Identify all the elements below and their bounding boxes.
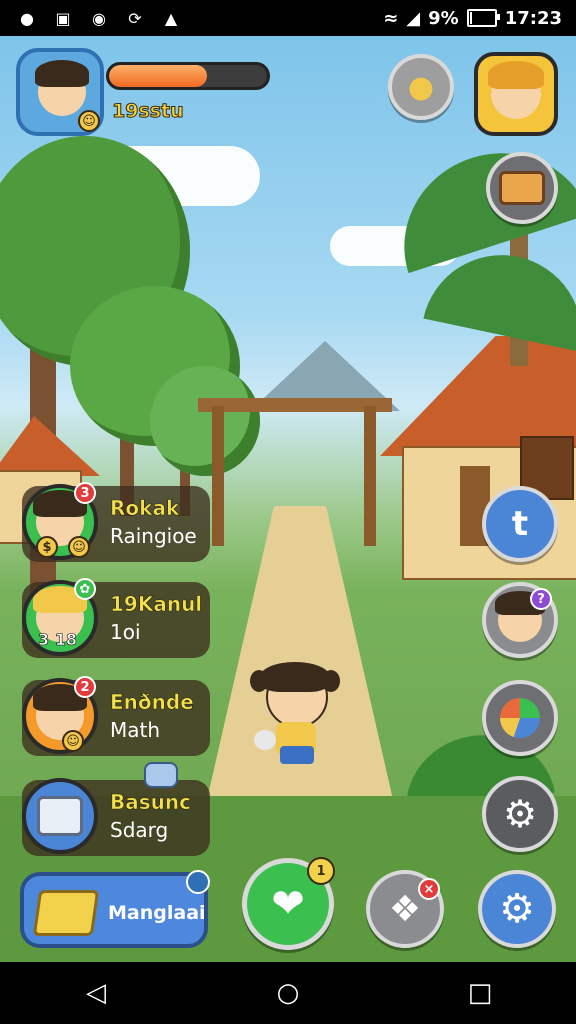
gate-post bbox=[364, 406, 376, 546]
coin-icon: $ bbox=[36, 536, 58, 558]
android-nav-bar: ◁ ○ □ bbox=[0, 962, 576, 1024]
notification-badge: 3 bbox=[74, 482, 96, 504]
friend-status: Raingioe bbox=[110, 524, 197, 548]
avatar-face bbox=[35, 60, 89, 116]
location-icon: ● bbox=[20, 8, 34, 28]
smile-icon: ☺ bbox=[68, 536, 90, 558]
home-icon[interactable]: ○ bbox=[268, 978, 308, 1008]
recents-icon[interactable]: □ bbox=[460, 978, 500, 1008]
friend-card[interactable]: ✿ 3 18 19Kanul 1oi bbox=[22, 578, 210, 658]
inventory-label: Manglaai bbox=[108, 902, 206, 924]
gear-icon: ⚙ bbox=[499, 886, 535, 932]
gate-beam bbox=[198, 398, 392, 412]
signal-icon: ◢ bbox=[406, 7, 421, 29]
share-button[interactable]: t bbox=[482, 486, 558, 562]
chat-bubble-icon: ❤ bbox=[271, 881, 305, 927]
friend-name: Basunc bbox=[110, 790, 192, 815]
friend-avatar bbox=[22, 778, 98, 854]
level-badge-icon: ☺ bbox=[78, 110, 100, 132]
friend-card[interactable]: 3 $ ☺ Rokak Raingioe bbox=[22, 482, 210, 562]
glove-icon bbox=[144, 762, 178, 788]
camera-icon: ◉ bbox=[92, 8, 106, 28]
avatar-face bbox=[488, 61, 544, 119]
alert-badge-icon: × bbox=[418, 878, 440, 900]
battery-icon bbox=[466, 9, 500, 27]
friend-status: Sdarg bbox=[110, 818, 169, 842]
sync-icon: ⟳ bbox=[128, 8, 142, 28]
globe-icon bbox=[500, 698, 540, 738]
status-bar: ● ▣ ◉ ⟳ ▲ ≈ ◢ 9% 17:23 bbox=[0, 0, 576, 36]
notification-icon: ▲ bbox=[164, 8, 178, 28]
main-settings-button[interactable]: ⚙ bbox=[478, 870, 556, 948]
friend-status: 1oi bbox=[110, 620, 141, 644]
friend-avatar-button[interactable] bbox=[474, 52, 558, 136]
friend-profile-button[interactable]: ? bbox=[482, 582, 558, 658]
friend-name: Enðnde bbox=[110, 690, 194, 715]
twitter-icon: t bbox=[511, 504, 529, 544]
xp-bar-fill bbox=[109, 65, 207, 87]
gear-icon: ⚙ bbox=[502, 792, 538, 836]
friend-name: Rokak bbox=[110, 496, 180, 521]
settings-button[interactable]: ⚙ bbox=[482, 776, 558, 852]
smile-icon: ☺ bbox=[62, 730, 84, 752]
box-icon bbox=[37, 796, 83, 836]
bread-icon bbox=[499, 171, 545, 205]
friend-status: Math bbox=[110, 718, 161, 742]
leaf-badge-icon: ✿ bbox=[74, 578, 96, 600]
tree-canopy bbox=[150, 366, 260, 476]
friend-card[interactable]: Basunc Sdarg bbox=[22, 762, 210, 856]
xp-bar bbox=[106, 62, 270, 90]
friend-count: 3 18 bbox=[38, 630, 78, 650]
image-icon: ▣ bbox=[55, 8, 71, 28]
stack-icon bbox=[32, 890, 100, 936]
clock: 17:23 bbox=[504, 7, 562, 29]
friend-card[interactable]: 2 ☺ Enðnde Math bbox=[22, 676, 210, 756]
inventory-button[interactable]: Manglaai bbox=[20, 870, 210, 948]
notification-badge: 2 bbox=[74, 676, 96, 698]
chat-button[interactable]: ❤ 1 bbox=[242, 857, 335, 950]
chat-badge: 1 bbox=[307, 857, 335, 885]
dot-indicator bbox=[186, 870, 210, 894]
notification-badge-icon: ? bbox=[530, 588, 552, 610]
friend-name: 19Kanul bbox=[110, 592, 203, 617]
bread-shop-button[interactable] bbox=[486, 152, 558, 224]
gift-button[interactable]: ❖ × bbox=[366, 870, 444, 948]
wifi-icon: ≈ bbox=[383, 7, 399, 29]
gate-post bbox=[212, 406, 224, 546]
back-icon[interactable]: ◁ bbox=[76, 978, 116, 1008]
player-name: 19sstu bbox=[112, 100, 185, 123]
battery-text: 9% bbox=[428, 7, 459, 29]
player-character[interactable] bbox=[250, 662, 340, 776]
coin-icon: ● bbox=[407, 69, 435, 105]
player-avatar[interactable]: ☺ bbox=[16, 48, 104, 136]
coin-shop-button[interactable]: ● bbox=[388, 54, 454, 120]
world-map-button[interactable] bbox=[482, 680, 558, 756]
puzzle-icon: ❖ bbox=[388, 888, 422, 930]
